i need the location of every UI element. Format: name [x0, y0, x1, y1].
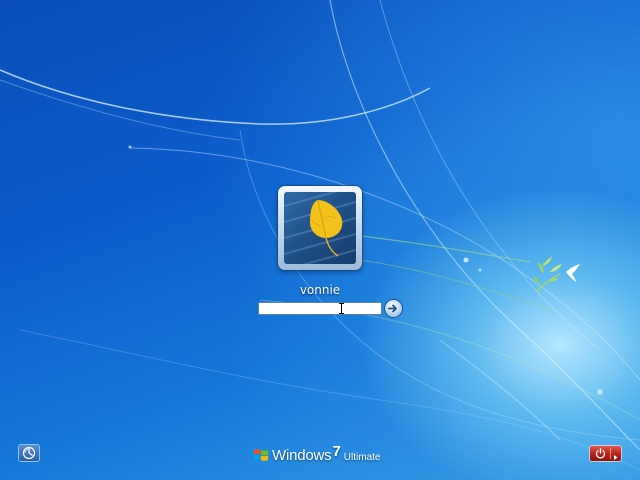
- windows-branding: Windows 7 Ultimate: [253, 442, 381, 466]
- login-screen: vonnie Windows 7 Ultimate: [0, 0, 640, 480]
- shutdown-options-arrow[interactable]: [610, 448, 621, 460]
- brand-name: Windows: [272, 446, 332, 464]
- bird-branch-icon: [533, 256, 580, 293]
- brand-edition: Ultimate: [343, 451, 381, 463]
- arrow-right-icon: [614, 455, 618, 460]
- user-avatar[interactable]: [278, 186, 362, 270]
- power-icon: [595, 448, 606, 459]
- arrow-right-icon: [388, 304, 397, 313]
- ease-of-access-icon: [22, 446, 36, 460]
- text-cursor-icon: [339, 303, 344, 314]
- leaf-user-picture: [284, 192, 356, 264]
- brand-version: 7: [332, 442, 341, 460]
- shutdown-button[interactable]: [590, 446, 621, 461]
- username-label: vonnie: [299, 283, 341, 297]
- submit-button[interactable]: [385, 300, 402, 317]
- windows-flag-logo: [254, 449, 268, 461]
- ease-of-access-button[interactable]: [19, 445, 39, 461]
- leaf-image: [284, 192, 356, 264]
- password-input[interactable]: [258, 302, 382, 315]
